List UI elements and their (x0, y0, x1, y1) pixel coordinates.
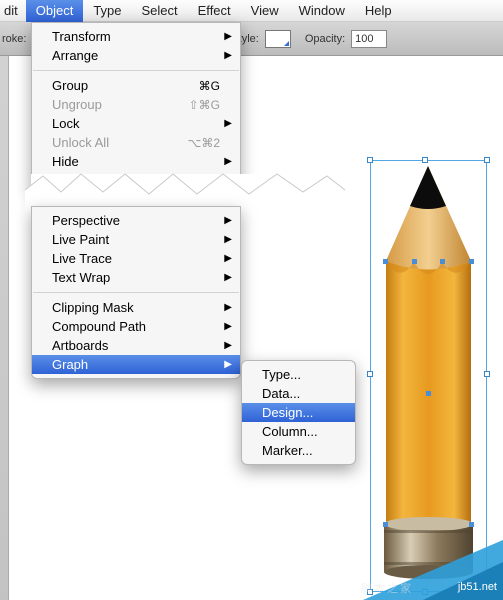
menu-item-live-paint[interactable]: Live Paint▶ (32, 230, 240, 249)
selection-handle[interactable] (422, 157, 428, 163)
submenu-item-data[interactable]: Data... (242, 384, 355, 403)
menu-select[interactable]: Select (132, 0, 188, 22)
menu-item-arrange[interactable]: Arrange▶ (32, 46, 240, 65)
menu-type[interactable]: Type (83, 0, 131, 22)
menu-window[interactable]: Window (289, 0, 355, 22)
submenu-arrow-icon: ▶ (224, 156, 232, 167)
menu-item-ungroup: Ungroup⇧⌘G (32, 95, 240, 114)
submenu-arrow-icon: ▶ (224, 253, 232, 264)
submenu-item-type[interactable]: Type... (242, 365, 355, 384)
selection-handle[interactable] (484, 371, 490, 377)
watermark-cn: 脚本之家 (361, 580, 413, 596)
menu-effect[interactable]: Effect (188, 0, 241, 22)
selected-object-pencil[interactable] (376, 166, 481, 586)
opacity-label: Opacity: (305, 33, 345, 45)
submenu-arrow-icon: ▶ (224, 340, 232, 351)
submenu-arrow-icon: ▶ (224, 215, 232, 226)
submenu-arrow-icon: ▶ (224, 321, 232, 332)
selection-handle[interactable] (367, 157, 373, 163)
menu-item-transform[interactable]: Transform▶ (32, 27, 240, 46)
anchor-point[interactable] (426, 391, 431, 396)
tool-panel-edge (0, 56, 9, 600)
menu-item-unlock-all: Unlock All⌥⌘2 (32, 133, 240, 152)
anchor-point[interactable] (383, 522, 388, 527)
style-swatch[interactable] (265, 30, 291, 48)
menu-separator (33, 70, 239, 71)
menu-item-group[interactable]: Group⌘G (32, 76, 240, 95)
selection-bbox (370, 160, 487, 592)
app-menubar: dit Object Type Select Effect View Windo… (0, 0, 503, 22)
stroke-label: roke: (2, 33, 26, 45)
watermark: 脚本之家 jb51.net (353, 530, 503, 600)
menu-item-perspective[interactable]: Perspective▶ (32, 211, 240, 230)
submenu-arrow-icon: ▶ (224, 272, 232, 283)
menu-view[interactable]: View (241, 0, 289, 22)
anchor-point[interactable] (469, 522, 474, 527)
submenu-arrow-icon: ▶ (224, 359, 232, 370)
submenu-arrow-icon: ▶ (224, 31, 232, 42)
anchor-point[interactable] (469, 259, 474, 264)
selection-handle[interactable] (367, 371, 373, 377)
menu-edit[interactable]: dit (0, 0, 26, 22)
anchor-point[interactable] (412, 259, 417, 264)
menu-item-text-wrap[interactable]: Text Wrap▶ (32, 268, 240, 287)
submenu-item-marker[interactable]: Marker... (242, 441, 355, 460)
submenu-arrow-icon: ▶ (224, 234, 232, 245)
menu-item-live-trace[interactable]: Live Trace▶ (32, 249, 240, 268)
graph-submenu: Type... Data... Design... Column... Mark… (241, 360, 356, 465)
object-menu-dropdown-lower: Perspective▶ Live Paint▶ Live Trace▶ Tex… (31, 206, 241, 379)
menu-item-graph[interactable]: Graph▶ (32, 355, 240, 374)
submenu-item-design[interactable]: Design... (242, 403, 355, 422)
watermark-site: jb51.net (458, 580, 497, 594)
submenu-arrow-icon: ▶ (224, 118, 232, 129)
menu-item-compound-path[interactable]: Compound Path▶ (32, 317, 240, 336)
menu-object[interactable]: Object (26, 0, 84, 22)
submenu-arrow-icon: ▶ (224, 302, 232, 313)
menu-item-lock[interactable]: Lock▶ (32, 114, 240, 133)
menu-item-artboards[interactable]: Artboards▶ (32, 336, 240, 355)
submenu-arrow-icon: ▶ (224, 50, 232, 61)
anchor-point[interactable] (440, 259, 445, 264)
opacity-input[interactable]: 100 (351, 30, 387, 48)
anchor-point[interactable] (383, 259, 388, 264)
menu-help[interactable]: Help (355, 0, 402, 22)
menu-item-clipping-mask[interactable]: Clipping Mask▶ (32, 298, 240, 317)
selection-handle[interactable] (484, 157, 490, 163)
menu-separator (33, 292, 239, 293)
submenu-item-column[interactable]: Column... (242, 422, 355, 441)
